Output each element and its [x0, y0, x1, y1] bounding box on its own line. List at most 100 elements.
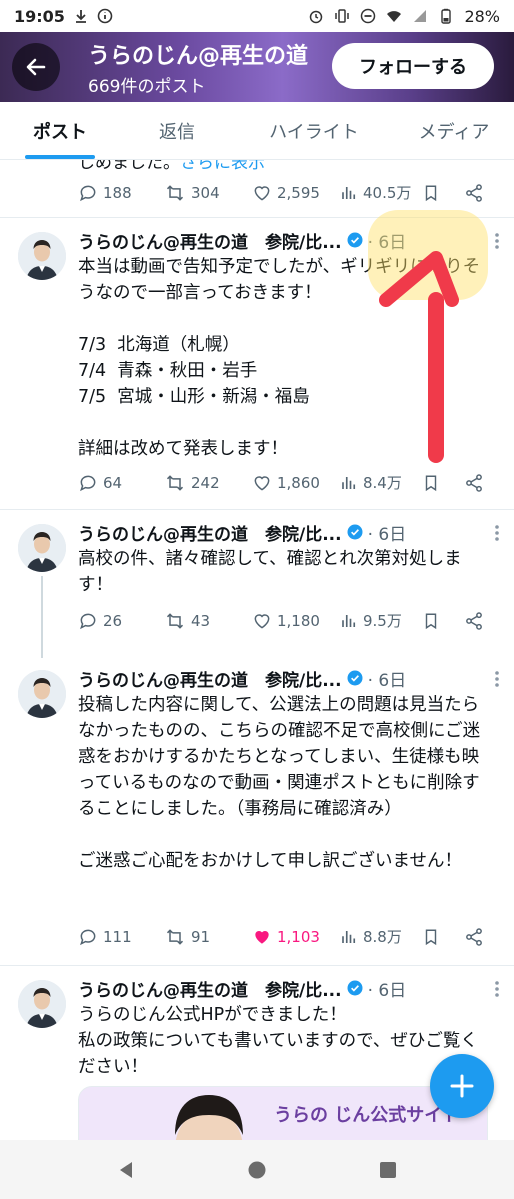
views-icon — [342, 186, 356, 199]
tab-highlights[interactable]: ハイライト — [234, 102, 394, 159]
author-name[interactable]: うらのじん@再生の道 参院/比... — [78, 666, 342, 691]
more-options-icon[interactable] — [494, 980, 500, 998]
wifi-icon — [387, 11, 402, 22]
views-icon — [342, 614, 356, 627]
tab-replies[interactable]: 返信 — [120, 102, 234, 159]
share-button[interactable] — [464, 183, 484, 203]
tweet-actions: 64 242 1,860 8.4万 — [78, 472, 490, 493]
thread-line — [41, 576, 43, 658]
share-button[interactable] — [464, 927, 484, 947]
tweet-actions: 111 91 1,103 8.8万 — [78, 926, 490, 947]
system-nav-bar — [0, 1140, 514, 1199]
bookmark-button[interactable] — [422, 927, 464, 947]
compose-button[interactable] — [430, 1054, 494, 1118]
avatar[interactable] — [18, 232, 66, 280]
views-button[interactable]: 8.4万 — [340, 472, 422, 493]
bookmark-button[interactable] — [422, 183, 464, 203]
share-button[interactable] — [464, 611, 484, 631]
author-name[interactable]: うらのじん@再生の道 参院/比... — [78, 520, 342, 545]
tweet-previous[interactable]: しめました。さらに表示 188 304 2,595 40.5万 — [0, 160, 514, 218]
timeline[interactable]: しめました。さらに表示 188 304 2,595 40.5万 うらのじん@再生… — [0, 160, 514, 1140]
views-button[interactable]: 9.5万 — [340, 610, 422, 631]
download-icon — [75, 10, 86, 23]
tweet[interactable]: うらのじん@再生の道 参院/比... · 6日 高校の件、諸々確認して、確認とれ… — [0, 510, 514, 658]
tweet-text: 本当は動画で告知予定でしたが、ギリギリになりそうなので一部言っておきます！ 7/… — [78, 257, 481, 459]
avatar-image — [18, 670, 66, 718]
avatar[interactable] — [18, 524, 66, 572]
tweet-text: うらのじん公式HPができました！ 私の政策についても書いていますので、ぜひご覧く… — [78, 1005, 478, 1077]
profile-header: うらのじん@再生の道 参院/比 669件のポスト フォローする — [0, 32, 514, 102]
repost-button[interactable]: 43 — [164, 611, 252, 631]
tweet-date[interactable]: · 6日 — [368, 976, 407, 1001]
repost-icon — [166, 612, 184, 629]
tweet-date[interactable]: · 6日 — [368, 666, 407, 691]
nav-recents-icon[interactable] — [377, 1159, 399, 1181]
views-button[interactable]: 40.5万 — [340, 182, 422, 203]
avatar[interactable] — [18, 980, 66, 1028]
reply-button[interactable]: 111 — [78, 927, 164, 947]
nav-back-icon[interactable] — [115, 1159, 137, 1181]
tweet[interactable]: うらのじん@再生の道 参院/比... · 6日 投稿した内容に関して、公選法上の… — [0, 656, 514, 966]
bookmark-icon — [425, 185, 437, 201]
avatar-image — [18, 524, 66, 572]
more-options-icon[interactable] — [494, 232, 500, 250]
reply-icon — [80, 185, 96, 201]
tweet-date[interactable]: · 6日 — [368, 228, 407, 253]
repost-icon — [166, 474, 184, 491]
signal-icon — [414, 10, 427, 22]
repost-button[interactable]: 304 — [164, 183, 252, 203]
bookmark-button[interactable] — [422, 611, 464, 631]
tweet-text-cut: しめました。 — [78, 160, 180, 173]
reply-button[interactable]: 64 — [78, 473, 164, 493]
heart-icon — [254, 613, 270, 629]
bookmark-icon — [425, 613, 437, 629]
card-image — [175, 1095, 243, 1140]
like-button[interactable]: 1,180 — [252, 611, 340, 631]
avatar-image — [18, 980, 66, 1028]
bookmark-button[interactable] — [422, 473, 464, 493]
tab-media[interactable]: メディア — [394, 102, 514, 159]
share-icon — [466, 611, 482, 630]
reply-button[interactable]: 188 — [78, 183, 164, 203]
tweet-date[interactable]: · 6日 — [368, 520, 407, 545]
reply-icon — [80, 929, 96, 945]
compose-plus-icon — [450, 1074, 474, 1098]
like-button[interactable]: 2,595 — [252, 183, 340, 203]
views-icon — [342, 930, 356, 943]
heart-filled-icon — [255, 930, 269, 944]
link-card[interactable]: うらの じん公式サイト — [78, 1086, 488, 1140]
follow-button[interactable]: フォローする — [332, 43, 494, 89]
repost-icon — [166, 184, 184, 201]
reply-button[interactable]: 26 — [78, 611, 164, 631]
views-button[interactable]: 8.8万 — [340, 926, 422, 947]
verified-badge-icon — [347, 980, 363, 996]
back-button[interactable] — [12, 43, 60, 91]
share-button[interactable] — [464, 473, 484, 493]
profile-tabs: ポスト 返信 ハイライト メディア — [0, 102, 514, 160]
show-more-link[interactable]: さらに表示 — [180, 160, 265, 173]
tweet[interactable]: うらのじん@再生の道 参院/比... · 6日 本当は動画で告知予定でしたが、ギ… — [0, 218, 514, 510]
card-title: うらの じん公式サイト — [274, 1105, 461, 1126]
author-name[interactable]: うらのじん@再生の道 参院/比... — [78, 228, 342, 253]
repost-button[interactable]: 91 — [164, 927, 252, 947]
repost-button[interactable]: 242 — [164, 473, 252, 493]
more-options-icon[interactable] — [494, 524, 500, 542]
vibrate-icon — [335, 9, 350, 23]
like-button[interactable]: 1,860 — [252, 473, 340, 493]
avatar-image — [18, 232, 66, 280]
battery-percent: 28% — [464, 6, 500, 26]
tweet[interactable]: うらのじん@再生の道 参院/比... · 6日 うらのじん公式HPができました！… — [0, 966, 514, 1140]
like-button[interactable]: 1,103 — [252, 927, 340, 947]
battery-icon — [441, 8, 452, 24]
share-icon — [466, 183, 482, 202]
author-name[interactable]: うらのじん@再生の道 参院/比... — [78, 976, 342, 1001]
tweet-text: 投稿した内容に関して、公選法上の問題は見当たらなかったものの、こちらの確認不足で… — [78, 695, 481, 871]
alarm-icon — [310, 10, 323, 24]
more-options-icon[interactable] — [494, 670, 500, 688]
bookmark-icon — [425, 475, 437, 491]
views-icon — [342, 476, 356, 489]
tab-posts[interactable]: ポスト — [0, 102, 120, 159]
avatar[interactable] — [18, 670, 66, 718]
nav-home-icon[interactable] — [246, 1159, 268, 1181]
profile-name: うらのじん@再生の道 参院/比 — [88, 43, 308, 69]
